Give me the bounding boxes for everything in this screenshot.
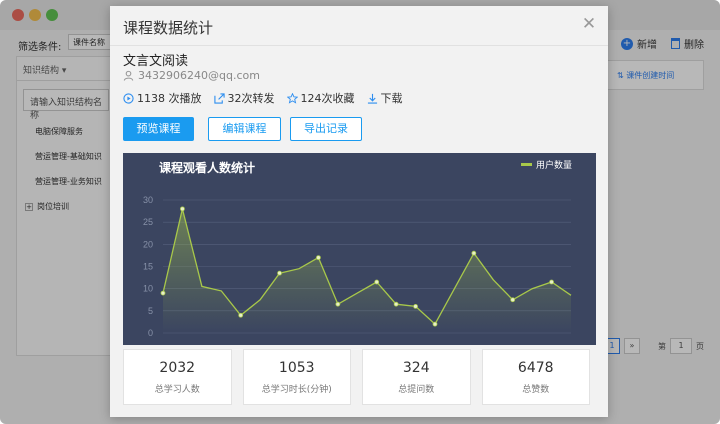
share-count-text: 32次转发 (227, 92, 275, 105)
chart-title: 课程观看人数统计 (159, 160, 255, 175)
summary-label: 总学习时长(分钟) (261, 385, 332, 395)
data-point (180, 206, 185, 212)
data-point (471, 250, 477, 256)
data-point (413, 303, 418, 309)
user-icon (123, 70, 134, 81)
summary-label: 总提问数 (398, 385, 435, 395)
app-window: 筛选条件: 课件名称 + 新增 删除 知识结构 ▾ 请输入知识结构名称 电脑保障… (0, 0, 720, 424)
summary-card: 324 总提问数 (362, 349, 471, 405)
edit-course-button[interactable]: 编辑课程 (208, 117, 281, 141)
data-point (374, 279, 380, 285)
summary-card: 2032 总学习人数 (123, 349, 232, 405)
share-count: 32次转发 (213, 90, 275, 106)
data-point (432, 321, 438, 327)
chart-svg: 课程观看人数统计 用户数量 0 5 10 15 20 25 30 (143, 159, 572, 338)
modal-header: 课程数据统计 ✕ (110, 6, 608, 46)
summary-card: 1053 总学习时长(分钟) (242, 349, 351, 405)
data-point (510, 297, 516, 303)
download-text: 下载 (380, 92, 403, 105)
y-tick-label: 15 (143, 262, 153, 272)
modal-title: 课程数据统计 (123, 19, 214, 37)
data-point (316, 255, 321, 261)
summary-cards: 2032 总学习人数 1053 总学习时长(分钟) 324 总提问数 6478 … (123, 349, 590, 405)
summary-label: 总学习人数 (154, 385, 200, 395)
close-icon[interactable]: ✕ (580, 15, 598, 33)
author-email: 3432906240@qq.com (123, 69, 260, 82)
preview-course-button[interactable]: 预览课程 (123, 117, 194, 141)
viewers-chart: 课程观看人数统计 用户数量 0 5 10 15 20 25 30 (123, 153, 596, 345)
data-point (393, 301, 399, 307)
y-tick-label: 0 (148, 328, 153, 338)
email-text: 3432906240@qq.com (138, 69, 260, 82)
summary-value: 6478 (517, 360, 554, 376)
course-stats-row: 1138 次播放 32次转发 124次收藏 下载 (123, 90, 415, 106)
summary-label: 总赞数 (522, 385, 550, 395)
data-point (549, 279, 554, 285)
favorite-count: 124次收藏 (286, 90, 355, 106)
star-icon (286, 92, 298, 104)
data-point (238, 312, 244, 318)
summary-value: 2032 (159, 360, 196, 376)
favorite-count-text: 124次收藏 (300, 92, 355, 105)
export-records-button[interactable]: 导出记录 (290, 117, 362, 141)
play-icon (123, 92, 134, 104)
data-point (335, 301, 341, 307)
data-point (277, 270, 282, 276)
summary-value: 324 (402, 360, 430, 376)
series-area (163, 208, 571, 333)
y-tick-label: 10 (143, 284, 153, 294)
y-tick-label: 20 (143, 239, 153, 249)
y-tick-label: 30 (143, 195, 153, 205)
y-tick-label: 25 (143, 217, 153, 227)
legend-swatch (521, 163, 532, 166)
play-count-text: 1138 次播放 (137, 92, 202, 105)
download-icon (367, 93, 377, 104)
legend-label: 用户数量 (536, 159, 572, 170)
data-point (160, 290, 166, 296)
play-count: 1138 次播放 (123, 90, 202, 106)
y-tick-label: 5 (148, 306, 153, 316)
summary-value: 1053 (278, 360, 315, 376)
share-icon (213, 92, 225, 104)
course-stats-modal: 课程数据统计 ✕ 文言文阅读 3432906240@qq.com 1138 次播… (110, 6, 608, 417)
course-name: 文言文阅读 (123, 54, 189, 69)
summary-card: 6478 总赞数 (481, 349, 590, 405)
download-link[interactable]: 下载 (367, 90, 403, 106)
